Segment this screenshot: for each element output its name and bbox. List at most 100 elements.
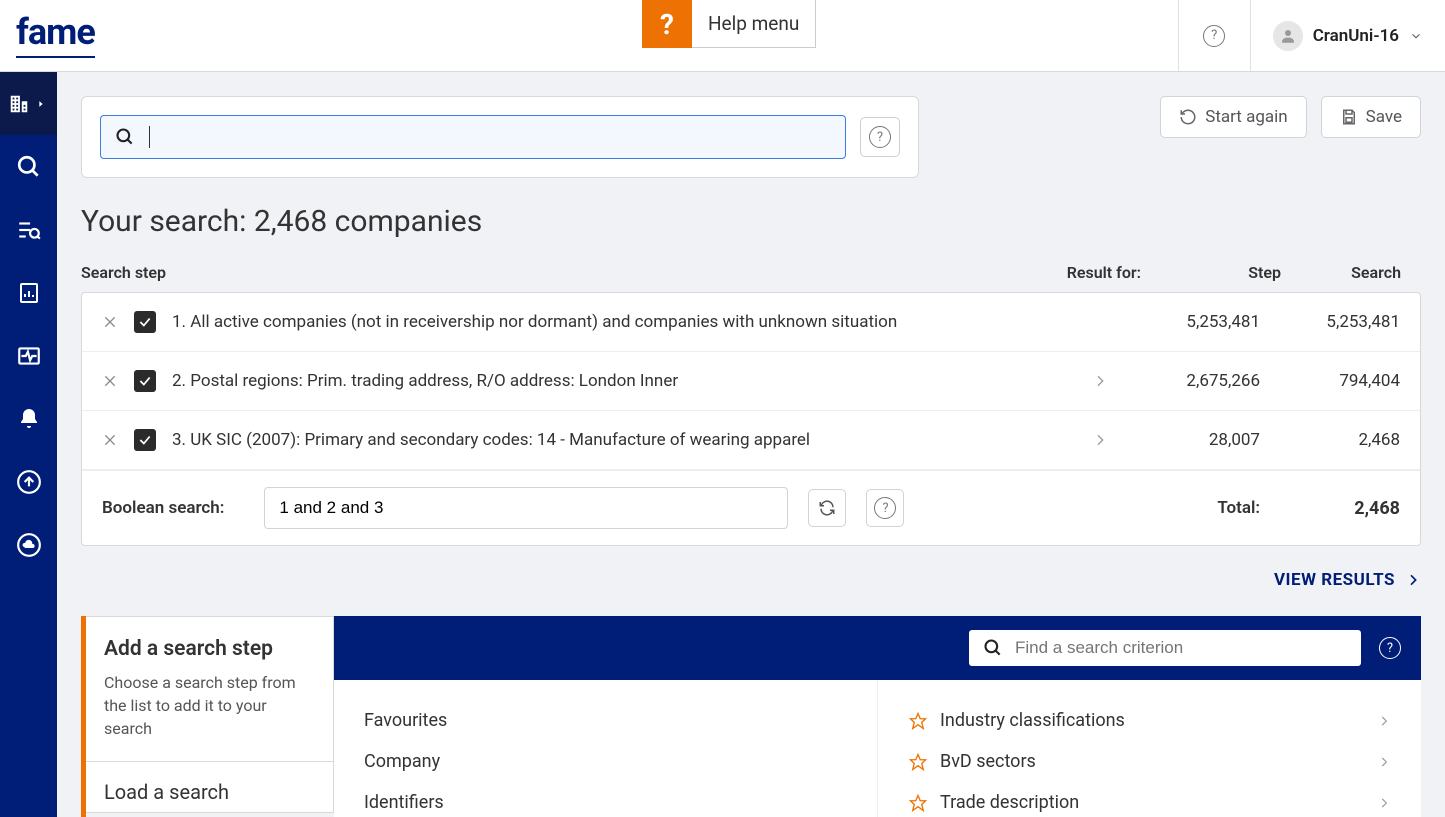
chevron-down-icon — [1409, 29, 1423, 43]
sidebar-activity[interactable] — [0, 324, 57, 387]
start-again-button[interactable]: Start again — [1160, 96, 1306, 138]
refresh-icon — [818, 499, 836, 517]
heading-prefix: Your search: — [81, 204, 254, 239]
search-box-wrap: ? — [81, 96, 919, 178]
top-search-row: ? Start again Save — [81, 96, 1421, 178]
sidebar-cloud[interactable] — [0, 513, 57, 576]
topbar-help-icon[interactable]: ? — [1178, 0, 1250, 71]
start-again-label: Start again — [1205, 107, 1287, 127]
search-icon — [983, 638, 1003, 658]
building-icon — [8, 93, 30, 115]
step-checkbox[interactable] — [134, 370, 156, 392]
remove-step-button[interactable] — [94, 314, 126, 330]
logo[interactable]: fame — [16, 14, 95, 58]
step-val: 5,253,481 — [1120, 312, 1260, 332]
load-search-tab[interactable]: Load a search — [86, 762, 334, 813]
save-icon — [1340, 108, 1358, 126]
boolean-row: Boolean search: ? Total: 2,468 — [82, 470, 1420, 545]
total-label: Total: — [1217, 498, 1260, 518]
crit-item-trade-desc[interactable]: Trade description — [908, 782, 1391, 817]
crit-label: Identifiers — [364, 792, 444, 813]
chevron-right-icon — [1092, 432, 1108, 448]
search-val: 5,253,481 — [1260, 312, 1400, 332]
search-icon — [115, 127, 135, 147]
crit-label: BvD sectors — [940, 751, 1036, 772]
username-label: CranUni-16 — [1313, 26, 1399, 46]
crit-item-company[interactable]: Company — [364, 741, 847, 782]
sidebar-company-button[interactable] — [0, 72, 57, 135]
topbar-right: ? CranUni-16 — [1178, 0, 1445, 71]
question-circle-icon: ? — [869, 126, 891, 148]
remove-step-button[interactable] — [94, 432, 126, 448]
add-step-right: ? Favourites Company Identifiers — [334, 616, 1421, 817]
step-checkbox[interactable] — [134, 311, 156, 333]
chevron-right-icon — [1377, 714, 1391, 728]
criteria-columns: Favourites Company Identifiers Industry … — [334, 680, 1421, 817]
topbar: fame ? Help menu ? CranUni-16 — [0, 0, 1445, 72]
add-step-panel: Add a search step Choose a search step f… — [81, 616, 1421, 817]
main-content: ? Start again Save Your search: 2,468 co… — [57, 72, 1445, 817]
step-checkbox[interactable] — [134, 429, 156, 451]
save-label: Save — [1366, 107, 1402, 127]
sidebar-upload[interactable] — [0, 450, 57, 513]
step-text[interactable]: 1. All active companies (not in receiver… — [172, 312, 1080, 332]
user-menu[interactable]: CranUni-16 — [1250, 0, 1445, 71]
col-result-for: Result for: — [991, 263, 1141, 282]
step-expand[interactable] — [1080, 432, 1120, 448]
restart-icon — [1179, 108, 1197, 126]
step-row: 1. All active companies (not in receiver… — [82, 293, 1420, 352]
add-step-tab[interactable]: Add a search step Choose a search step f… — [86, 616, 334, 762]
col-search-step: Search step — [81, 263, 991, 282]
add-step-wrapper: Add a search step Choose a search step f… — [81, 616, 1421, 817]
total-value: 2,468 — [1260, 498, 1400, 519]
criteria-col-right: Industry classifications BvD sectors Tra… — [877, 680, 1421, 817]
check-icon — [138, 315, 152, 329]
col-step: Step — [1141, 263, 1281, 282]
bell-icon — [17, 407, 41, 431]
chevron-right-icon — [1405, 572, 1421, 588]
step-expand[interactable] — [1080, 373, 1120, 389]
remove-step-button[interactable] — [94, 373, 126, 389]
load-search-tab-wrap: Load a search — [81, 762, 334, 813]
question-circle-icon: ? — [874, 497, 896, 519]
crit-label: Trade description — [940, 792, 1079, 813]
crit-item-favourites[interactable]: Favourites — [364, 700, 847, 741]
caret-right-icon — [36, 99, 46, 109]
view-results-button[interactable]: VIEW RESULTS — [81, 570, 1421, 590]
check-icon — [138, 374, 152, 388]
criterion-search-box[interactable] — [969, 630, 1361, 666]
step-text[interactable]: 3. UK SIC (2007): Primary and secondary … — [172, 430, 1080, 450]
crit-item-industry[interactable]: Industry classifications — [908, 700, 1391, 741]
search-input-container[interactable] — [100, 115, 846, 159]
criterion-search-input[interactable] — [1015, 638, 1347, 658]
sidebar-report[interactable] — [0, 261, 57, 324]
search-icon — [16, 154, 42, 180]
help-question-icon: ? — [642, 0, 692, 48]
step-text[interactable]: 2. Postal regions: Prim. trading address… — [172, 371, 1080, 391]
crit-item-identifiers[interactable]: Identifiers — [364, 782, 847, 817]
avatar-icon — [1273, 21, 1303, 51]
question-circle-icon: ? — [1379, 637, 1401, 659]
save-button[interactable]: Save — [1321, 96, 1421, 138]
logo-wrap: fame — [0, 0, 140, 71]
boolean-help-button[interactable]: ? — [866, 489, 904, 527]
close-icon — [102, 314, 118, 330]
text-cursor — [149, 126, 150, 148]
report-icon — [17, 281, 41, 305]
help-menu-button[interactable]: ? Help menu — [642, 0, 816, 48]
search-input[interactable] — [164, 127, 831, 147]
list-search-icon — [16, 217, 42, 243]
star-icon — [908, 753, 928, 771]
result-heading: Your search: 2,468 companies — [81, 204, 1421, 239]
sidebar-search[interactable] — [0, 135, 57, 198]
steps-header: Search step Result for: Step Search — [81, 263, 1421, 292]
star-icon — [908, 712, 928, 730]
sidebar-list-search[interactable] — [0, 198, 57, 261]
search-help-button[interactable]: ? — [860, 117, 900, 157]
refresh-button[interactable] — [808, 489, 846, 527]
criterion-help-button[interactable]: ? — [1379, 637, 1401, 659]
step-row: 2. Postal regions: Prim. trading address… — [82, 352, 1420, 411]
boolean-input[interactable] — [264, 487, 788, 529]
crit-item-bvd-sectors[interactable]: BvD sectors — [908, 741, 1391, 782]
sidebar-alerts[interactable] — [0, 387, 57, 450]
